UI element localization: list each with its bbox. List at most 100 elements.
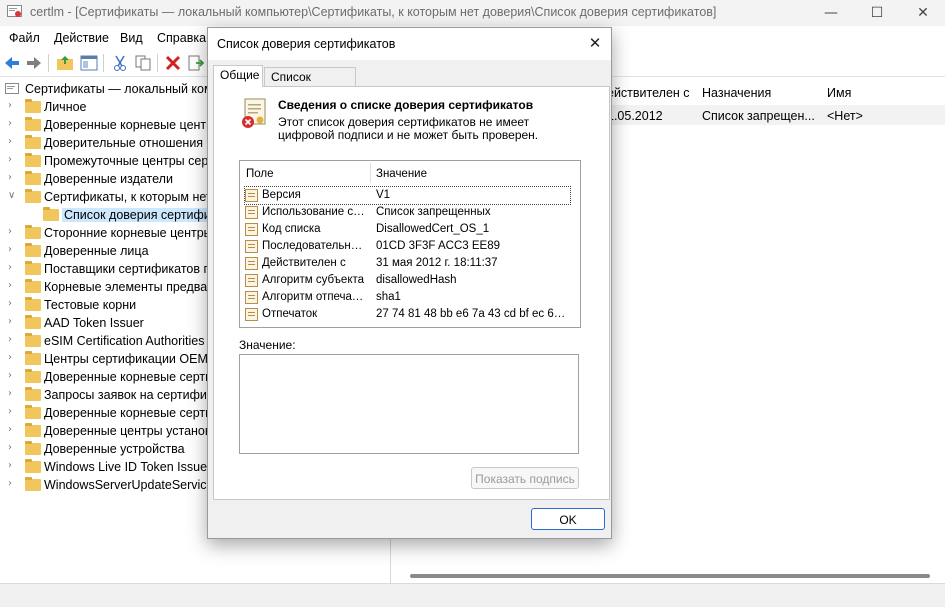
horizontal-scrollbar[interactable] — [410, 574, 930, 578]
table-row[interactable]: Алгоритм отпечатка sha1 — [245, 289, 570, 306]
table-row[interactable]: Отпечаток 27 74 81 48 bb e6 7a 43 cd bf e… — [245, 306, 570, 323]
column-header-value[interactable]: Значение — [376, 168, 427, 180]
chevron-right-icon[interactable]: › — [8, 172, 20, 183]
tree-root-label: Сертификаты — локальный комп — [25, 82, 220, 96]
table-row[interactable]: Код списка DisallowedCert_OS_1 — [245, 221, 570, 238]
field-value: 31 мая 2012 г. 18:11:37 — [376, 257, 498, 269]
tab-trust-list[interactable]: Список доверия — [264, 67, 356, 98]
column-header-valid-from[interactable]: ействителен с — [607, 86, 690, 100]
chevron-right-icon[interactable]: › — [8, 370, 20, 381]
column-header-field[interactable]: Поле — [246, 168, 274, 180]
field-name: Отпечаток — [262, 308, 318, 320]
tab-general[interactable]: Общие — [213, 65, 263, 87]
fields-list[interactable]: Поле Значение Версия V1 Использование су..… — [239, 160, 581, 328]
delete-icon[interactable] — [164, 54, 182, 72]
table-row[interactable]: Использование су... Список запрещенных — [245, 204, 570, 221]
chevron-right-icon[interactable]: › — [8, 478, 20, 489]
field-value: 27 74 81 48 bb e6 7a 43 cd bf ec 6c ... — [376, 308, 566, 320]
maximize-button[interactable]: ☐ — [854, 0, 900, 26]
show-signature-button[interactable]: Показать подпись — [471, 467, 579, 489]
field-name: Последовательны... — [262, 240, 367, 252]
up-folder-icon[interactable] — [56, 54, 74, 72]
forward-arrow-icon[interactable] — [25, 54, 43, 72]
tree-item-label: Список доверия сертифик — [62, 208, 219, 222]
chevron-right-icon[interactable]: › — [8, 406, 20, 417]
cell-valid-from: 1.05.2012 — [607, 109, 663, 123]
chevron-right-icon[interactable]: › — [8, 334, 20, 345]
value-textbox[interactable] — [239, 354, 579, 454]
dialog-title: Список доверия сертификатов — [217, 37, 396, 51]
folder-icon — [25, 135, 41, 149]
table-row[interactable]: Алгоритм субъекта disallowedHash — [245, 272, 570, 289]
menu-action[interactable]: Действие — [54, 31, 109, 45]
back-arrow-icon[interactable] — [3, 54, 21, 72]
chevron-right-icon[interactable]: › — [8, 226, 20, 237]
chevron-right-icon[interactable]: › — [8, 442, 20, 453]
folder-icon — [25, 243, 41, 257]
export-list-icon[interactable] — [187, 54, 205, 72]
chevron-right-icon[interactable]: › — [8, 460, 20, 471]
chevron-right-icon[interactable]: › — [8, 136, 20, 147]
close-button[interactable]: ✕ — [900, 0, 945, 26]
chevron-right-icon[interactable]: › — [8, 262, 20, 273]
chevron-right-icon[interactable]: › — [8, 388, 20, 399]
field-icon — [245, 274, 258, 287]
invalid-certificate-icon — [242, 98, 266, 128]
folder-icon — [25, 459, 41, 473]
chevron-right-icon[interactable]: › — [8, 118, 20, 129]
field-value: V1 — [376, 189, 391, 201]
folder-icon — [25, 225, 41, 239]
chevron-down-icon[interactable]: ∨ — [8, 190, 20, 201]
menu-file[interactable]: Файл — [9, 31, 40, 45]
toolbar-separator — [157, 54, 158, 72]
column-header-purposes[interactable]: Назначения — [702, 86, 771, 100]
folder-icon — [25, 405, 41, 419]
copy-icon[interactable] — [134, 54, 152, 72]
tree-item-label: Доверительные отношения в — [44, 136, 214, 150]
folder-icon — [25, 99, 41, 113]
chevron-right-icon[interactable]: › — [8, 424, 20, 435]
table-row[interactable]: Последовательны... 01CD 3F3F ACC3 EE89 — [245, 238, 570, 255]
chevron-right-icon[interactable]: › — [8, 298, 20, 309]
folder-icon — [25, 477, 41, 491]
chevron-right-icon[interactable]: › — [8, 154, 20, 165]
field-name: Алгоритм отпечатка — [262, 291, 367, 303]
tree-item-label: Корневые элементы предвар — [44, 280, 215, 294]
status-bar — [0, 583, 945, 607]
folder-icon — [25, 351, 41, 365]
tree-item-label: Сертификаты, к которым нет — [44, 190, 212, 204]
tree-item-label: WindowsServerUpdateServices — [44, 478, 220, 492]
chevron-right-icon[interactable]: › — [8, 280, 20, 291]
folder-icon — [25, 117, 41, 131]
field-icon — [245, 206, 258, 219]
tree-item-label: Сторонние корневые центры — [44, 226, 213, 240]
field-value: DisallowedCert_OS_1 — [376, 223, 490, 235]
cut-icon[interactable] — [111, 54, 129, 72]
tree-item-label: Тестовые корни — [44, 298, 137, 312]
chevron-right-icon[interactable]: › — [8, 244, 20, 255]
table-row[interactable]: Действителен с 31 мая 2012 г. 18:11:37 — [245, 255, 570, 272]
menu-help[interactable]: Справка — [157, 31, 206, 45]
folder-icon — [25, 333, 41, 347]
column-divider[interactable] — [370, 163, 371, 183]
column-header-name[interactable]: Имя — [827, 86, 851, 100]
field-icon — [245, 223, 258, 236]
table-row[interactable]: Версия V1 — [244, 186, 571, 205]
tree-item-label: AAD Token Issuer — [44, 316, 144, 330]
show-hide-console-tree-icon[interactable] — [80, 54, 98, 72]
dialog-close-button[interactable]: ✕ — [584, 32, 606, 54]
folder-icon — [25, 369, 41, 383]
certificates-store-icon — [5, 83, 19, 94]
folder-icon — [25, 261, 41, 275]
tree-item-label: Личное — [44, 100, 87, 114]
chevron-right-icon[interactable]: › — [8, 100, 20, 111]
folder-icon — [25, 315, 41, 329]
chevron-right-icon[interactable]: › — [8, 352, 20, 363]
minimize-button[interactable]: — — [808, 0, 854, 26]
window-title: certlm - [Сертификаты — локальный компью… — [30, 5, 717, 19]
chevron-right-icon[interactable]: › — [8, 316, 20, 327]
field-name: Действителен с — [262, 257, 346, 269]
menu-view[interactable]: Вид — [120, 31, 143, 45]
tree-item-label: Доверенные центры установк — [44, 424, 217, 438]
ok-button[interactable]: OK — [531, 508, 605, 530]
